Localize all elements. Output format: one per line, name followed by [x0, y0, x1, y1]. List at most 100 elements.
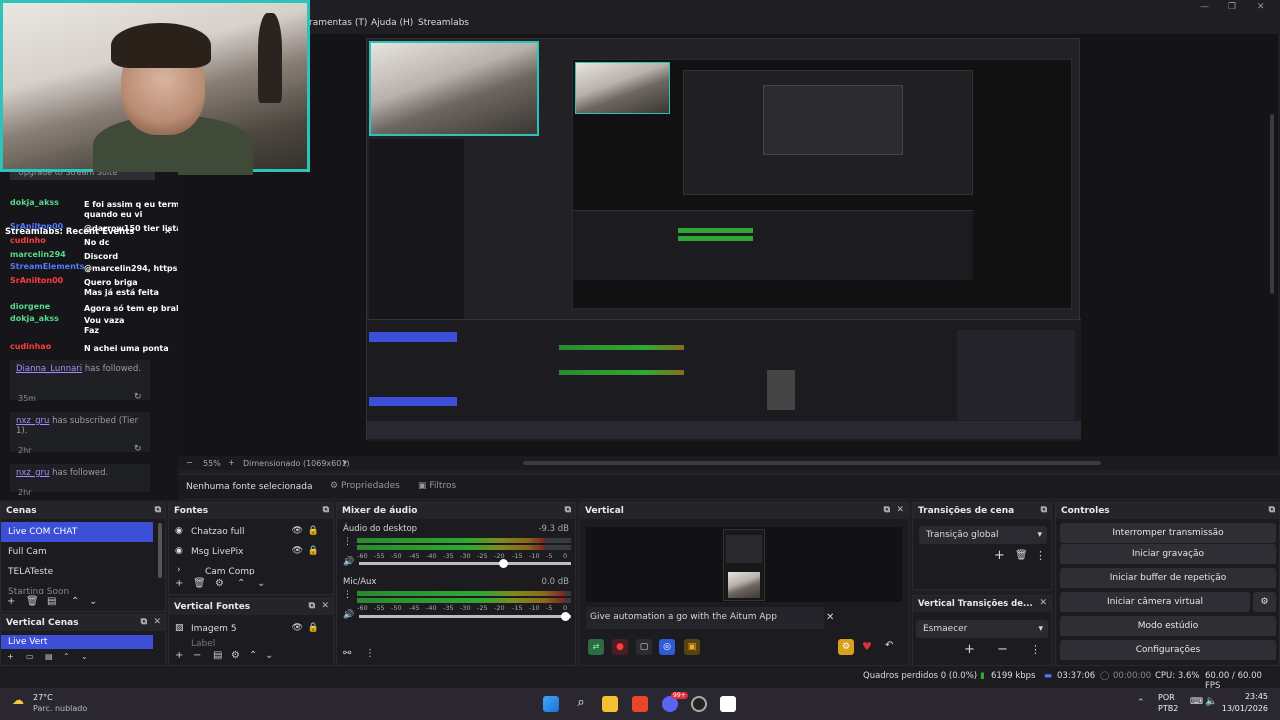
properties-button[interactable]: ⚙ Propriedades [330, 481, 400, 491]
zoom-in-button[interactable]: + [228, 458, 235, 467]
zoom-out-button[interactable]: − [186, 458, 193, 467]
chat-username[interactable]: cudinho [10, 236, 84, 245]
kebab-icon[interactable]: ⋮ [1035, 549, 1046, 562]
remove-button[interactable]: − [997, 642, 1008, 657]
vertical-source-item[interactable]: Label [169, 639, 333, 647]
kebab-icon[interactable]: ⋮ [1030, 643, 1041, 656]
chat-username[interactable]: SrAnilton00 [10, 222, 84, 231]
start-recording-button[interactable]: Iniciar gravação [1060, 544, 1276, 564]
scenes-scrollbar[interactable] [158, 523, 162, 578]
preview-scrollbar[interactable] [1270, 114, 1274, 294]
move-up-icon[interactable]: ⌃ [63, 652, 70, 661]
speaker-icon[interactable]: 🔊 [343, 610, 354, 620]
restore-icon[interactable]: ❐ [1228, 2, 1236, 12]
weather-desc[interactable]: Parc. nublado [33, 704, 87, 713]
move-down-icon[interactable]: ⌄ [265, 650, 273, 661]
chevron-down-icon[interactable]: ▾ [343, 458, 347, 467]
weather-temp[interactable]: 27°C [33, 693, 53, 702]
trash-icon[interactable]: 🗑 [26, 596, 39, 607]
gear-icon[interactable]: ⚙ [231, 650, 240, 661]
replay-icon[interactable]: ↻ [134, 392, 142, 402]
trash-icon[interactable]: ▭ [26, 652, 34, 661]
stop-icon[interactable]: ▢ [636, 639, 652, 655]
slider-knob[interactable] [499, 559, 508, 568]
search-icon[interactable]: ⌕ [573, 696, 589, 712]
stop-streaming-button[interactable]: Interromper transmissão [1060, 523, 1276, 543]
undock-icon[interactable]: ⧉ [309, 601, 315, 611]
add-source-button[interactable]: + [175, 578, 183, 589]
chat-username[interactable]: dokja_akss [10, 198, 84, 207]
network-icon[interactable]: ⌨ [1190, 697, 1203, 707]
transition-select[interactable]: Transição global ▾ [919, 526, 1047, 544]
scene-item[interactable]: TELATeste [1, 562, 165, 582]
virtual-camera-button[interactable]: Iniciar câmera virtual [1060, 592, 1250, 612]
undock-icon[interactable]: ⧉ [1041, 505, 1047, 515]
trash-icon[interactable]: 🗑 [193, 578, 206, 589]
scene-item[interactable]: Starting Soon [1, 582, 165, 594]
scene-item[interactable]: Live COM CHAT [1, 522, 153, 542]
language-primary[interactable]: POR [1158, 693, 1175, 702]
filter-icon[interactable]: ▤ [47, 596, 56, 607]
language-secondary[interactable]: PTB2 [1158, 704, 1178, 713]
add-button[interactable]: + [7, 652, 14, 661]
lock-icon[interactable]: 🔒 [308, 526, 319, 536]
settings-gear-icon[interactable]: ⚙ [838, 639, 854, 655]
source-item[interactable]: ◉ Msg LivePix 👁 🔒 [169, 542, 333, 562]
menu-help[interactable]: Ajuda (H) [371, 18, 413, 28]
scene-item[interactable]: Full Cam [1, 542, 165, 562]
chat-username[interactable]: marcelin294 [10, 250, 84, 259]
undock-icon[interactable]: ⧉ [141, 617, 147, 627]
volume-slider[interactable] [359, 612, 571, 621]
volume-slider[interactable] [359, 559, 571, 568]
chat-username[interactable]: dokja_akss [10, 314, 84, 323]
source-item[interactable]: ◉ Chatzao full 👁 🔒 [169, 522, 333, 542]
undock-icon[interactable]: ⧉ [1269, 505, 1275, 515]
add-scene-button[interactable]: + [7, 596, 15, 607]
kebab-icon[interactable]: ⋮ [343, 537, 352, 547]
kebab-icon[interactable]: ⋮ [343, 590, 352, 600]
virtual-camera-settings-button[interactable]: ⚙ [1253, 592, 1276, 612]
move-down-icon[interactable]: ⌄ [257, 578, 265, 589]
clock-time[interactable]: 23:45 [1220, 692, 1268, 701]
close-icon[interactable]: ✕ [153, 617, 161, 627]
brave-browser-icon[interactable] [632, 696, 648, 712]
filters-button[interactable]: ▣ Filtros [418, 481, 456, 491]
lock-icon[interactable]: 🔒 [308, 623, 319, 633]
link-icon[interactable]: ⚯ [343, 648, 351, 659]
eye-icon[interactable]: 👁 [292, 623, 303, 633]
vertical-preview[interactable] [586, 527, 902, 602]
move-down-icon[interactable]: ⌄ [81, 652, 88, 661]
heart-icon[interactable]: ♥ [862, 640, 872, 653]
studio-mode-button[interactable]: Modo estúdio [1060, 616, 1276, 636]
chat-username[interactable]: diorgene [10, 302, 84, 311]
eye-icon[interactable]: 👁 [292, 546, 303, 556]
gear-icon[interactable]: ⚙ [215, 578, 224, 589]
undock-icon[interactable]: ⧉ [155, 505, 161, 515]
close-icon[interactable]: ✕ [321, 601, 329, 611]
add-transition-button[interactable]: + [994, 548, 1005, 563]
chevron-up-icon[interactable]: ⌃ [1137, 698, 1145, 708]
undock-icon[interactable]: ⧉ [884, 505, 890, 515]
chat-username[interactable]: StreamElements [10, 262, 84, 271]
trash-icon[interactable]: − [193, 650, 201, 661]
move-up-icon[interactable]: ⌃ [71, 596, 79, 607]
add-button[interactable]: + [964, 642, 975, 657]
undock-icon[interactable]: ⧉ [565, 505, 571, 515]
chat-username[interactable]: cudinhao [10, 342, 84, 351]
chevron-right-icon[interactable]: › [177, 565, 181, 575]
replay-buffer-button[interactable]: Iniciar buffer de repetição [1060, 568, 1276, 588]
move-down-icon[interactable]: ⌄ [89, 596, 97, 607]
vertical-scene-item[interactable]: Live Vert [1, 635, 153, 649]
replay-icon[interactable]: ↻ [134, 444, 142, 454]
chat-username[interactable]: SrAnilton00 [10, 276, 84, 285]
close-icon[interactable]: ✕ [1039, 598, 1047, 608]
undo-icon[interactable]: ↶ [885, 640, 893, 651]
replay-buffer-icon[interactable]: ◎ [659, 639, 675, 655]
undock-icon[interactable]: ⧉ [323, 505, 329, 515]
slider-knob[interactable] [561, 612, 570, 621]
horizontal-scrollbar[interactable] [523, 461, 1101, 465]
capcut-icon[interactable] [720, 696, 736, 712]
close-banner-icon[interactable]: ✕ [826, 612, 834, 623]
record-icon[interactable]: ● [612, 639, 628, 655]
settings-button[interactable]: Configurações [1060, 640, 1276, 660]
